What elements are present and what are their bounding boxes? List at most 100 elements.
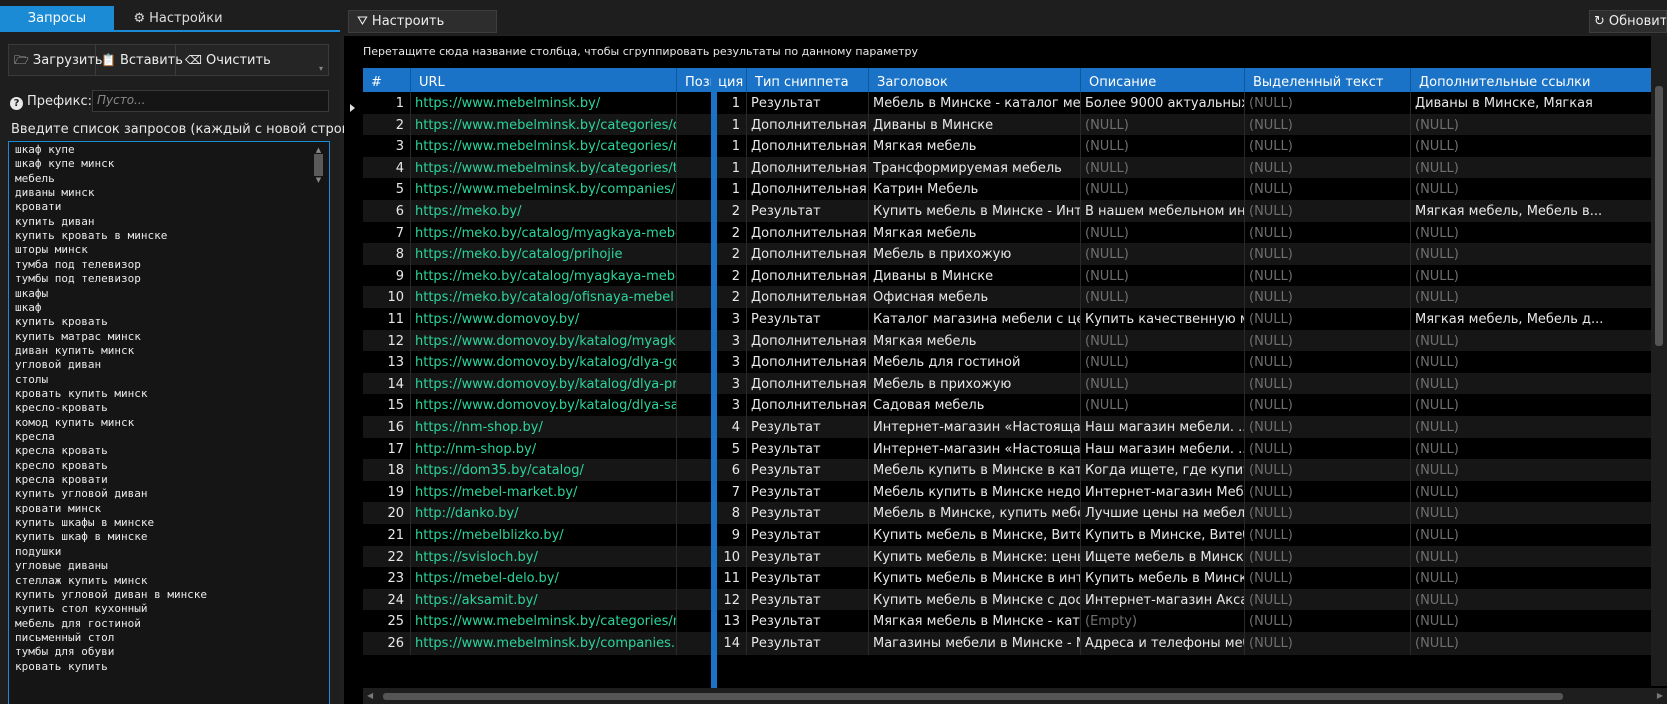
left-panel: Запросы ⚙ Настройки 🗁 Загрузить 📋 Вставить … bbox=[0, 0, 367, 704]
col-description-cell: Когда ищете, где купить м... bbox=[1081, 459, 1245, 483]
tab-settings[interactable]: ⚙ Настройки bbox=[118, 6, 238, 31]
scroll-left-icon[interactable]: ◀ bbox=[367, 691, 373, 700]
grid-hscroll-thumb[interactable] bbox=[383, 693, 1563, 700]
col-url-cell[interactable]: https://dom35.by/catalog/ bbox=[411, 459, 677, 483]
query-line: мебель для гостиной bbox=[15, 616, 141, 630]
table-row[interactable]: 22 https://svisloch.by/10 Результат Купить … bbox=[363, 545, 1667, 569]
tab-queries[interactable]: Запросы bbox=[0, 6, 114, 31]
col-index-cell: 15 bbox=[363, 394, 411, 418]
col-url-cell[interactable]: https://www.mebelminsk.by/categories/mya… bbox=[411, 610, 677, 634]
col-url-cell[interactable]: https://www.domovoy.by/ bbox=[411, 308, 677, 331]
table-row[interactable]: 9https://meko.by/catalog/myagkaya-mebel-… bbox=[363, 264, 1667, 288]
prefix-input[interactable]: Пусто... bbox=[92, 90, 329, 112]
col-url-cell[interactable]: https://meko.by/catalog/myagkaya-mebel-d… bbox=[411, 264, 677, 288]
col-url-cell[interactable]: https://www.mebelminsk.by/ bbox=[411, 92, 677, 115]
col-url-cell[interactable]: https://www.mebelminsk.by/companies/katr… bbox=[411, 178, 677, 202]
col-url-cell[interactable]: http://danko.by/ bbox=[411, 502, 677, 526]
col-extra-links-cell: (NULL) bbox=[1411, 545, 1667, 569]
queries-scrollbar[interactable]: ▲ ▼ bbox=[314, 146, 323, 186]
col-title-cell: Магазины мебели в Минске - Меб... bbox=[869, 632, 1081, 655]
table-row[interactable]: 19 https://mebel-market.by/7 Результат Мебе… bbox=[363, 480, 1667, 504]
col-url-cell[interactable]: https://mebel-market.by/ bbox=[411, 480, 677, 504]
col-url-cell[interactable]: https://aksamit.by/ bbox=[411, 588, 677, 612]
col-highlighted-text-cell: (NULL) bbox=[1245, 459, 1411, 483]
eraser-icon: ⌫ bbox=[185, 53, 202, 67]
table-row[interactable]: 5https://www.mebelminsk.by/companies/kat… bbox=[363, 178, 1667, 202]
query-line: кровати bbox=[15, 200, 62, 214]
column-splitter[interactable] bbox=[711, 68, 717, 688]
col-title-cell: Купить мебель в Минске в интерн... bbox=[869, 567, 1081, 591]
table-row[interactable]: 7 https://meko.by/catalog/myagkaya-mebel 2… bbox=[363, 221, 1667, 245]
table-row[interactable]: 25https://www.mebelminsk.by/categories/m… bbox=[363, 610, 1667, 634]
col-extra-links-cell: (NULL) bbox=[1411, 632, 1667, 655]
table-row[interactable]: 24 https://aksamit.by/12 Результат Купить м… bbox=[363, 588, 1667, 612]
col-index-cell: 19 bbox=[363, 480, 411, 504]
grid-vscroll-thumb[interactable] bbox=[1655, 86, 1663, 346]
table-row[interactable]: 2https://www.mebelminsk.by/categories/di… bbox=[363, 113, 1667, 137]
table-row[interactable]: 15 https://www.domovoy.by/katalog/dlya-sa… bbox=[363, 394, 1667, 418]
table-row[interactable]: 6 https://meko.by/2 Результат Купить мебель… bbox=[363, 200, 1667, 223]
col-url-cell[interactable]: https://www.domovoy.by/katalog/dlya-sada bbox=[411, 394, 677, 418]
col-url-cell[interactable]: https://nm-shop.by/ bbox=[411, 416, 677, 439]
col-highlighted-text-cell: (NULL) bbox=[1245, 286, 1411, 310]
col-url-cell[interactable]: https://meko.by/ bbox=[411, 200, 677, 223]
col-extra-links-cell: Мягкая мебель, Мебель в... bbox=[1411, 200, 1667, 223]
table-row[interactable]: 14 https://www.domovoy.by/katalog/dlya-pr… bbox=[363, 372, 1667, 396]
paste-button[interactable]: 📋 Вставить bbox=[101, 48, 183, 72]
scroll-up-icon[interactable]: ▲ bbox=[314, 146, 323, 154]
col-url-cell[interactable]: https://www.mebelminsk.by/categories/tra… bbox=[411, 156, 677, 180]
col-url-cell[interactable]: https://mebelblizko.by/ bbox=[411, 524, 677, 547]
table-row[interactable]: 20 http://danko.by/8 Результат Мебель в Мин… bbox=[363, 502, 1667, 526]
table-row[interactable]: 16 https://nm-shop.by/4 Результат Интернет-… bbox=[363, 416, 1667, 439]
col-description-cell: (NULL) bbox=[1081, 156, 1245, 180]
table-row[interactable]: 8 https://meko.by/catalog/prihojie 2 Дополн… bbox=[363, 243, 1667, 267]
configure-filter-button[interactable]: ⛛Настроить фильтр... bbox=[348, 10, 497, 50]
col-url-cell[interactable]: https://www.domovoy.by/katalog/dlya-prih… bbox=[411, 372, 677, 396]
queries-textarea[interactable]: ▲ ▼ шкаф купе шкаф купе минск мебель диваны… bbox=[8, 141, 330, 704]
table-row[interactable]: 11 https://www.domovoy.by/3 Результат Катал… bbox=[363, 308, 1667, 331]
table-row[interactable]: 10 https://meko.by/catalog/ofisnaya-mebel… bbox=[363, 286, 1667, 310]
table-row[interactable]: 1 https://www.mebelminsk.by/1 Результат Меб… bbox=[363, 92, 1667, 115]
table-row[interactable]: 23 https://mebel-delo.by/11 Результат Купит… bbox=[363, 567, 1667, 591]
table-row[interactable]: 17 http://nm-shop.by/5 Результат Интернет-м… bbox=[363, 437, 1667, 461]
scroll-thumb[interactable] bbox=[314, 154, 323, 176]
table-row[interactable]: 13 https://www.domovoy.by/katalog/dlya-go… bbox=[363, 351, 1667, 375]
table-row[interactable]: 3https://www.mebelminsk.by/categories/my… bbox=[363, 135, 1667, 159]
grid-vertical-scrollbar[interactable] bbox=[1651, 36, 1667, 686]
col-url-cell[interactable]: https://meko.by/catalog/myagkaya-mebel bbox=[411, 221, 677, 245]
grid-horizontal-scrollbar[interactable]: ◀ ▶ bbox=[363, 688, 1667, 704]
query-line: кровати минск bbox=[15, 501, 102, 515]
query-line: купить шкафы в минске bbox=[15, 516, 155, 530]
query-line: купить угловой диван в минске bbox=[15, 587, 208, 601]
col-url-cell[interactable]: https://www.domovoy.by/katalog/myagkaya.… bbox=[411, 329, 677, 353]
col-url-cell[interactable]: https://www.mebelminsk.by/categories/div… bbox=[411, 113, 677, 137]
col-url-cell[interactable]: https://meko.by/catalog/ofisnaya-mebel bbox=[411, 286, 677, 310]
col-index-cell: 6 bbox=[363, 200, 411, 223]
col-title-cell: Мебель в прихожую bbox=[869, 372, 1081, 396]
table-row[interactable]: 18 https://dom35.by/catalog/6 Результат Меб… bbox=[363, 459, 1667, 483]
scroll-right-icon[interactable]: ▶ bbox=[1657, 691, 1663, 700]
col-highlighted-text-cell: (NULL) bbox=[1245, 135, 1411, 159]
query-line: стеллаж купить минск bbox=[15, 573, 148, 587]
table-row[interactable]: 4https://www.mebelminsk.by/categories/tr… bbox=[363, 156, 1667, 180]
col-url-cell[interactable]: http://nm-shop.by/ bbox=[411, 437, 677, 461]
col-title-cell: Диваны в Минске bbox=[869, 113, 1081, 137]
clear-button[interactable]: ⌫ Очистить bbox=[185, 48, 271, 72]
col-url-cell[interactable]: https://www.mebelminsk.by/companies... bbox=[411, 632, 677, 655]
group-panel-hint[interactable]: Перетащите сюда название столбца, чтобы … bbox=[363, 45, 918, 58]
load-button-label: Загрузить bbox=[32, 53, 103, 68]
table-row[interactable]: 26 https://www.mebelminsk.by/companies...… bbox=[363, 632, 1667, 655]
col-extra-links-cell: (NULL) bbox=[1411, 567, 1667, 591]
col-url-cell[interactable]: https://www.mebelminsk.by/categories/mya… bbox=[411, 135, 677, 159]
col-highlighted-text-cell: (NULL) bbox=[1245, 308, 1411, 331]
toolbar-overflow-icon[interactable]: ▾ bbox=[319, 64, 323, 73]
scroll-down-icon[interactable]: ▼ bbox=[314, 176, 323, 184]
col-url-cell[interactable]: https://svisloch.by/ bbox=[411, 545, 677, 569]
table-row[interactable]: 12https://www.domovoy.by/katalog/myagkay… bbox=[363, 329, 1667, 353]
table-row[interactable]: 21 https://mebelblizko.by/9 Результат Купит… bbox=[363, 524, 1667, 547]
col-url-cell[interactable]: https://mebel-delo.by/ bbox=[411, 567, 677, 591]
load-button[interactable]: 🗁 Загрузить bbox=[14, 48, 103, 72]
refresh-button[interactable]: ↻Обновить bbox=[1589, 10, 1667, 33]
col-url-cell[interactable]: https://meko.by/catalog/prihojie bbox=[411, 243, 677, 267]
col-url-cell[interactable]: https://www.domovoy.by/katalog/dlya-gost… bbox=[411, 351, 677, 375]
